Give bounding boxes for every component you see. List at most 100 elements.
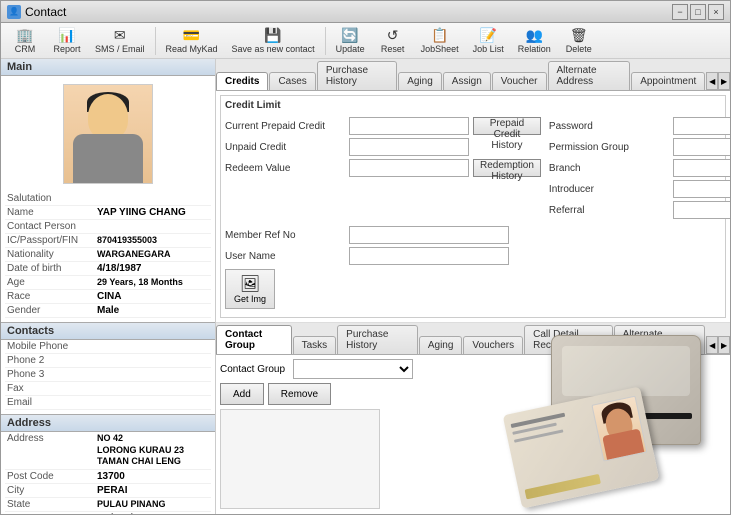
tab-tasks[interactable]: Tasks: [293, 336, 337, 354]
member-ref-label: Member Ref No: [225, 230, 345, 241]
contacts-table: Mobile Phone Phone 2 Phone 3 Fax Email: [1, 340, 215, 410]
tab-aging[interactable]: Aging: [398, 72, 442, 90]
sms-button[interactable]: ✉ SMS / Email: [89, 25, 151, 57]
close-button[interactable]: ×: [708, 4, 724, 20]
tab-contact-group[interactable]: Contact Group: [216, 325, 292, 354]
table-row: Name YAP YIING CHANG: [5, 206, 211, 220]
tab-alternate-address[interactable]: Alternate Address: [548, 61, 631, 90]
reset-button[interactable]: ↺ Reset: [373, 25, 413, 57]
report-button[interactable]: 📊 Report: [47, 25, 87, 57]
field-label-postcode: Post Code: [7, 471, 97, 482]
separator-2: [325, 27, 326, 55]
mykad-label: Read MyKad: [166, 44, 218, 54]
separator-1: [155, 27, 156, 55]
introducer-input[interactable]: [673, 180, 730, 198]
table-row: Phone 2: [5, 354, 211, 368]
window-controls: − □ ×: [672, 4, 724, 20]
tab-purchase-history[interactable]: Purchase History: [317, 61, 397, 90]
contacts-header: Contacts: [1, 322, 215, 340]
table-row: Race CINA: [5, 290, 211, 304]
field-label-salutation: Salutation: [7, 193, 97, 204]
contact-group-select[interactable]: [293, 359, 413, 379]
introducer-label: Introducer: [549, 184, 669, 195]
delete-label: Delete: [566, 44, 592, 54]
table-row: Contact Person: [5, 220, 211, 234]
relation-label: Relation: [518, 44, 551, 54]
contact-group-content: Contact Group Add Remove: [216, 355, 730, 514]
jobsheet-button[interactable]: 📋 JobSheet: [415, 25, 465, 57]
tab-assign[interactable]: Assign: [443, 72, 491, 90]
tab-cases[interactable]: Cases: [269, 72, 315, 90]
redemption-history-button[interactable]: Redemption History: [473, 159, 541, 177]
unpaid-input[interactable]: [349, 138, 469, 156]
crm-button[interactable]: 🏢 CRM: [5, 25, 45, 57]
bottom-tab-nav-right[interactable]: ▶: [718, 336, 730, 354]
tab-alternate-addr[interactable]: Alternate Addresses: [614, 325, 706, 354]
branch-input[interactable]: [673, 159, 730, 177]
get-img-button[interactable]: 🖼 Get Img: [225, 269, 275, 309]
username-label: User Name: [225, 251, 345, 262]
permission-input[interactable]: [673, 138, 730, 156]
tab-voucher[interactable]: Voucher: [492, 72, 547, 90]
introducer-row: Introducer: [549, 180, 730, 198]
redeem-row: Redeem Value Redemption History: [225, 159, 541, 177]
username-input[interactable]: [349, 247, 509, 265]
field-label-contact: Contact Person: [7, 221, 97, 232]
delete-icon: 🗑: [569, 28, 589, 44]
add-button[interactable]: Add: [220, 383, 264, 405]
left-panel-header: Main: [1, 59, 215, 76]
member-ref-input[interactable]: [349, 226, 509, 244]
unpaid-label: Unpaid Credit: [225, 142, 345, 153]
remove-button[interactable]: Remove: [268, 383, 331, 405]
tab-vouchers[interactable]: Vouchers: [463, 336, 523, 354]
save-icon: 💾: [263, 28, 283, 44]
left-panel: Main Salutation Name: [1, 59, 216, 514]
tab-purchase-history-b[interactable]: Purchase History: [337, 325, 418, 354]
tab-aging-b[interactable]: Aging: [419, 336, 463, 354]
toolbar: 🏢 CRM 📊 Report ✉ SMS / Email 💳 Read MyKa…: [1, 23, 730, 59]
update-icon: 🔄: [340, 28, 360, 44]
info-table: Salutation Name YAP YIING CHANG Contact …: [1, 192, 215, 318]
referral-input[interactable]: [673, 201, 730, 219]
tab-nav-right[interactable]: ▶: [718, 72, 730, 90]
prepaid-history-button[interactable]: Prepaid Credit History: [473, 117, 541, 135]
update-button[interactable]: 🔄 Update: [330, 25, 371, 57]
report-label: Report: [53, 44, 80, 54]
head: [88, 94, 128, 139]
person-photo: [64, 84, 152, 184]
read-mykad-button[interactable]: 💳 Read MyKad: [160, 25, 224, 57]
password-input[interactable]: [673, 117, 730, 135]
minimize-button[interactable]: −: [672, 4, 688, 20]
credit-limit-title: Credit Limit: [225, 100, 721, 111]
current-prepaid-input[interactable]: [349, 117, 469, 135]
relation-button[interactable]: 👥 Relation: [512, 25, 557, 57]
main-window: 👤 Contact − □ × 🏢 CRM 📊 Report ✉ SMS / E…: [0, 0, 731, 515]
get-img-label: Get Img: [234, 294, 266, 304]
job-list-button[interactable]: 📝 Job List: [467, 25, 510, 57]
field-value-race: CINA: [97, 291, 121, 302]
field-value-country: Malaysia: [97, 513, 139, 514]
redeem-input[interactable]: [349, 159, 469, 177]
field-label-race: Race: [7, 291, 97, 302]
sms-label: SMS / Email: [95, 44, 145, 54]
save-new-button[interactable]: 💾 Save as new contact: [226, 25, 321, 57]
right-panel: Credits Cases Purchase History Aging Ass…: [216, 59, 730, 514]
app-icon: 👤: [7, 5, 21, 19]
body: [73, 134, 143, 184]
main-content: Main Salutation Name: [1, 59, 730, 514]
field-value-nationality: WARGANEGARA: [97, 249, 171, 260]
tab-credits[interactable]: Credits: [216, 72, 268, 90]
table-row: Nationality WARGANEGARA: [5, 248, 211, 262]
maximize-button[interactable]: □: [690, 4, 706, 20]
bottom-tab-nav-left[interactable]: ◀: [706, 336, 718, 354]
table-row: Gender Male: [5, 304, 211, 318]
table-row: Mobile Phone: [5, 340, 211, 354]
field-label-phone2: Phone 2: [7, 355, 97, 366]
tab-appointment[interactable]: Appointment: [631, 72, 705, 90]
field-label-phone3: Phone 3: [7, 369, 97, 380]
table-row: Age 29 Years, 18 Months: [5, 276, 211, 290]
delete-button[interactable]: 🗑 Delete: [559, 25, 599, 57]
tab-call-detail[interactable]: Call Detail Records: [524, 325, 612, 354]
tab-nav-left[interactable]: ◀: [706, 72, 718, 90]
field-value-age: 29 Years, 18 Months: [97, 277, 183, 288]
